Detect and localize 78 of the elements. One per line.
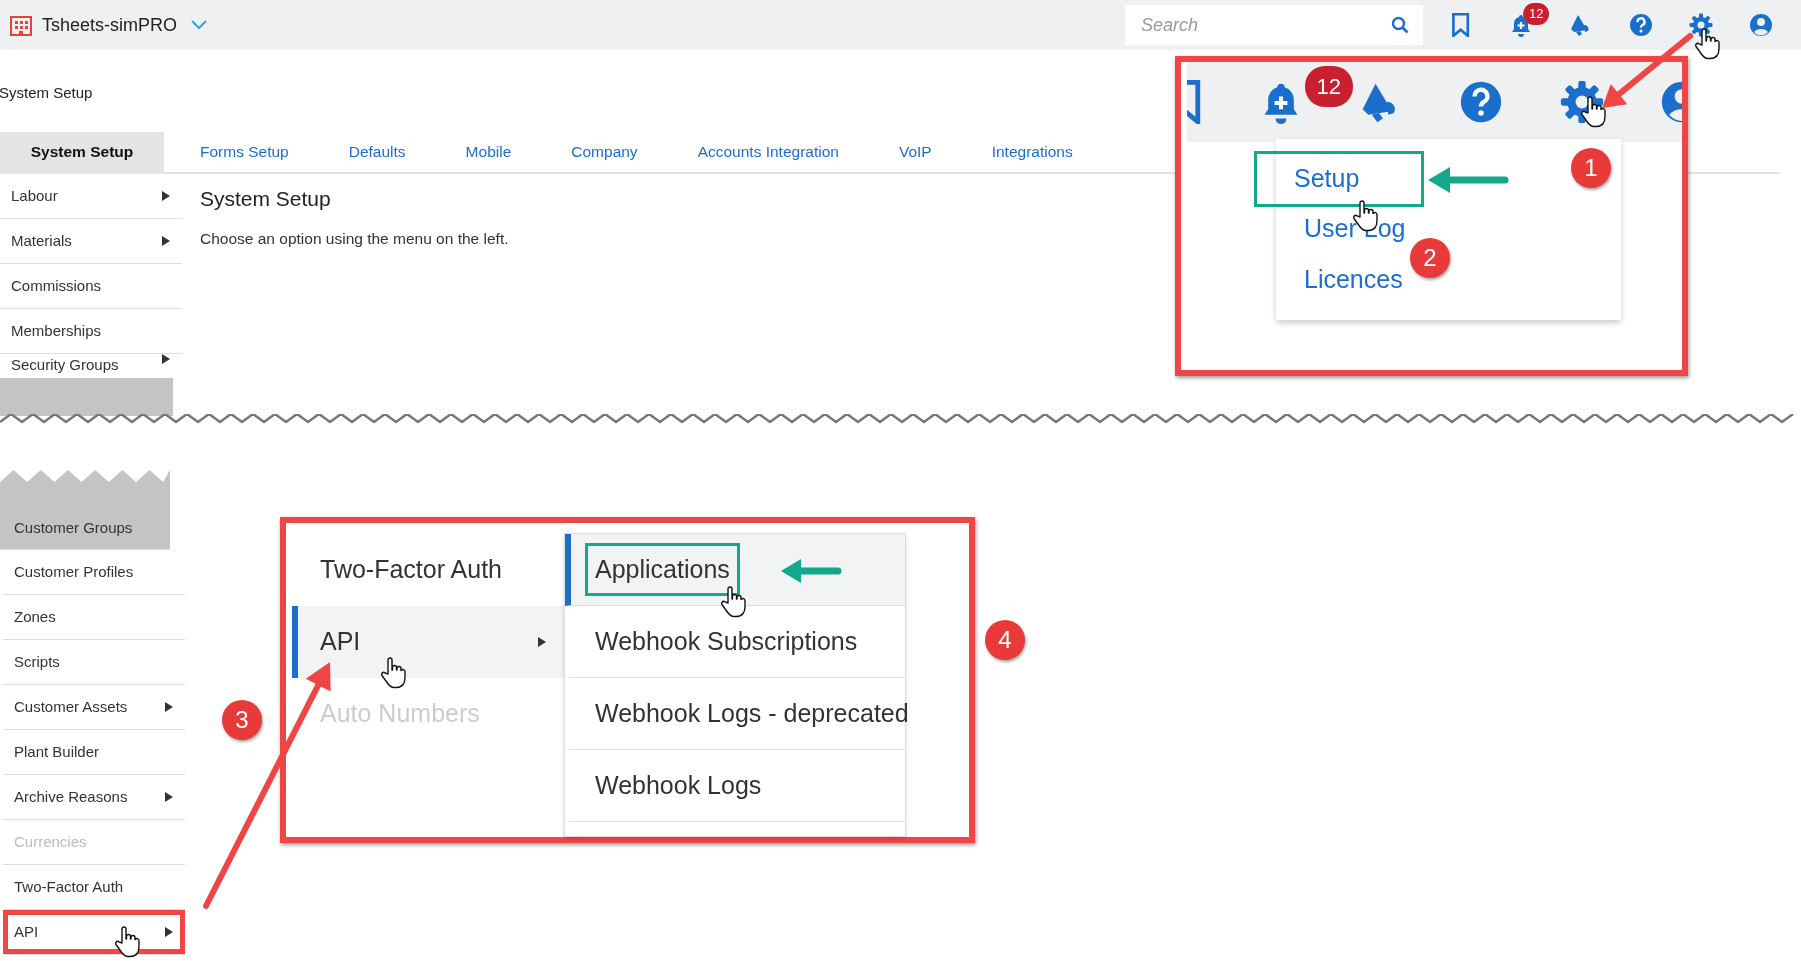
search-icon[interactable] xyxy=(1391,16,1409,34)
sidebar-item-label: Memberships xyxy=(11,320,102,341)
tab[interactable]: System Setup xyxy=(0,132,164,172)
sidebar-item[interactable]: Plant Builder xyxy=(3,730,185,775)
help-icon[interactable] xyxy=(1459,80,1504,124)
notification-badge: 12 xyxy=(1523,3,1550,25)
notification-badge: 12 xyxy=(1304,66,1354,107)
caret-icon xyxy=(162,354,170,364)
caret-icon xyxy=(165,927,173,937)
sidebar-item-label: Archive Reasons xyxy=(14,786,128,807)
submenu-item-label: Applications xyxy=(585,542,740,597)
pointer-hand-icon xyxy=(720,586,746,618)
content-text: Choose an option using the menu on the left. xyxy=(200,229,509,250)
sidebar-item[interactable]: Customer Assets xyxy=(3,685,185,730)
sidebar-item[interactable]: Labour xyxy=(0,174,182,219)
page-title: System Setup xyxy=(0,83,93,103)
menu-item-label: API xyxy=(320,626,361,658)
sidebar-item-label: Materials xyxy=(11,230,72,251)
step-number-marker: 4 xyxy=(985,620,1025,660)
sidebar-item-label: Customer Assets xyxy=(14,696,128,717)
tab[interactable]: Integrations xyxy=(961,132,1103,172)
tab[interactable]: Forms Setup xyxy=(170,132,319,172)
pointer-hand-icon xyxy=(1580,96,1606,128)
caret-icon xyxy=(165,792,173,802)
sidebar-item[interactable]: Commissions xyxy=(0,264,182,309)
sidebar-item-label: Plant Builder xyxy=(14,741,100,762)
search-input[interactable]: Search xyxy=(1139,10,1391,40)
sidebar-item-label: Customer Groups xyxy=(14,517,133,538)
submenu-item[interactable]: Webhook Logs xyxy=(565,750,905,822)
menu-item[interactable]: API xyxy=(292,606,564,678)
sidebar-item-label: API xyxy=(14,921,39,942)
search-field[interactable]: Search xyxy=(1125,5,1423,45)
sidebar-item-label: Zones xyxy=(14,606,56,627)
tab[interactable]: VoIP xyxy=(868,132,962,172)
submenu-item[interactable]: Applications xyxy=(565,534,905,606)
building-logo-icon xyxy=(10,14,32,36)
sidebar-item-label: Security Groups xyxy=(11,355,119,375)
sidebar-item-label: Customer Profiles xyxy=(14,561,134,582)
menu-item[interactable]: Licences xyxy=(1276,254,1403,306)
sidebar-item[interactable]: Memberships xyxy=(0,309,182,354)
caret-icon xyxy=(162,236,170,246)
sidebar-item-label: Commissions xyxy=(11,275,101,296)
sidebar-item-label: Labour xyxy=(11,185,58,206)
menu-item-label: Two-Factor Auth xyxy=(320,554,503,586)
content-heading: System Setup xyxy=(200,186,332,212)
caret-icon xyxy=(162,191,170,201)
sidebar-item[interactable]: Two-Factor Auth xyxy=(3,865,185,910)
tab[interactable]: Company xyxy=(541,132,668,172)
sidebar-item-label: Currencies xyxy=(14,831,87,852)
caret-icon xyxy=(538,637,546,647)
sidebar-item[interactable]: Scripts xyxy=(3,640,185,685)
sidebar-item[interactable]: Customer Groups xyxy=(0,470,170,550)
submenu-item-label: Webhook Subscriptions xyxy=(594,625,859,657)
pointer-hand-icon xyxy=(380,657,406,689)
pointer-arrow xyxy=(781,559,842,583)
sidebar-item[interactable]: Materials xyxy=(0,219,182,264)
tab[interactable]: Accounts Integration xyxy=(667,132,869,172)
menu-item[interactable]: Setup xyxy=(1254,151,1424,207)
sidebar-item[interactable]: Archive Reasons xyxy=(3,775,185,820)
caret-icon xyxy=(165,702,173,712)
sidebar-item[interactable]: Customer Profiles xyxy=(3,550,185,595)
tab[interactable]: Mobile xyxy=(435,132,542,172)
pointer-hand-icon xyxy=(1694,28,1720,60)
sidebar-item-label: Two-Factor Auth xyxy=(14,876,124,897)
sidebar-item[interactable]: Zones xyxy=(3,595,185,640)
submenu-item-label: Webhook Logs xyxy=(594,769,763,801)
user-icon[interactable] xyxy=(1749,13,1773,37)
app-title: Tsheets-simPRO xyxy=(42,13,178,37)
sidebar-item[interactable]: Security Groups xyxy=(0,354,182,378)
bookmark-icon[interactable] xyxy=(1451,13,1471,37)
step-number-marker: 3 xyxy=(222,700,262,740)
sidebar-item[interactable]: API xyxy=(3,910,185,955)
pointer-hand-icon xyxy=(114,926,140,958)
help-icon[interactable] xyxy=(1629,13,1653,37)
menu-item[interactable]: Two-Factor Auth xyxy=(292,534,564,606)
submenu-item[interactable]: Webhook Logs - deprecated xyxy=(565,678,905,750)
tab[interactable]: Defaults xyxy=(318,132,436,172)
sidebar-item-label: Scripts xyxy=(14,651,60,672)
